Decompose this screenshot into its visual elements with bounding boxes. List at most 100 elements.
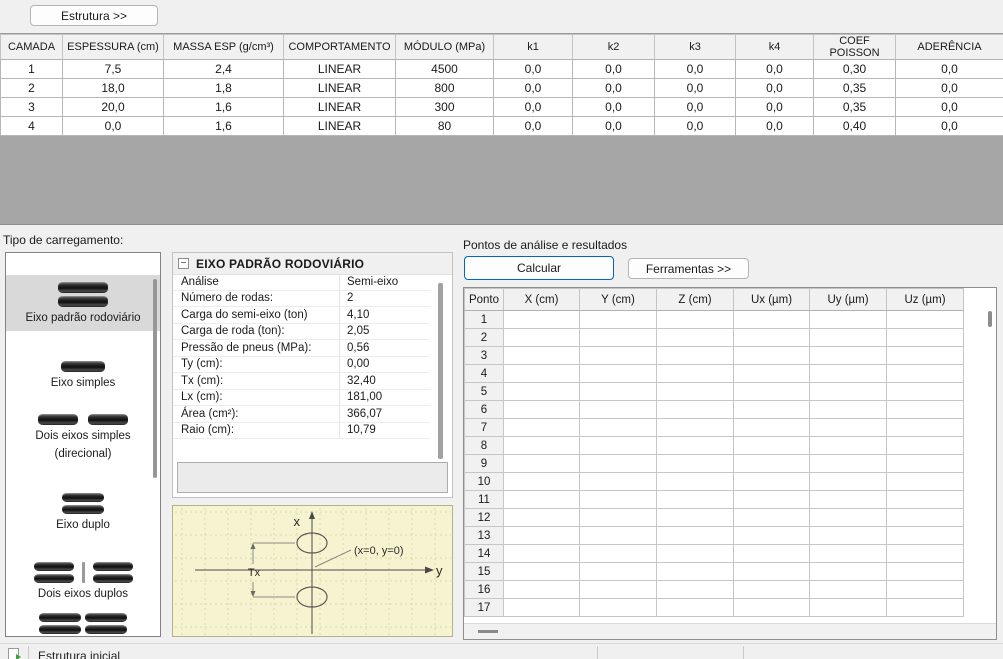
espessura-cell[interactable]: 7,5 [63,60,164,79]
uy-cell[interactable] [810,311,887,329]
comportamento-cell[interactable]: LINEAR [284,60,396,79]
z-cell[interactable] [657,437,734,455]
load-type-item[interactable]: Eixo padrão rodoviário [6,275,160,331]
layer-cell[interactable]: 2 [1,79,63,98]
point-number-cell[interactable]: 14 [465,545,504,563]
uz-cell[interactable] [887,491,964,509]
uz-cell[interactable] [887,365,964,383]
y-cell[interactable] [580,491,657,509]
uy-cell[interactable] [810,437,887,455]
layer-cell[interactable]: 3 [1,98,63,117]
results-hscroll-thumb[interactable] [478,630,498,633]
k1-cell[interactable]: 0,0 [494,60,573,79]
ux-cell[interactable] [734,437,810,455]
ux-cell[interactable] [734,581,810,599]
point-number-cell[interactable]: 1 [465,311,504,329]
ux-cell[interactable] [734,473,810,491]
ux-cell[interactable] [734,329,810,347]
x-cell[interactable] [504,437,580,455]
comportamento-cell[interactable]: LINEAR [284,79,396,98]
uz-cell[interactable] [887,473,964,491]
load-type-item[interactable]: Dois eixos duplos [6,556,160,607]
x-cell[interactable] [504,455,580,473]
point-number-cell[interactable]: 13 [465,527,504,545]
point-number-cell[interactable]: 12 [465,509,504,527]
k1-cell[interactable]: 0,0 [494,98,573,117]
uy-cell[interactable] [810,599,887,617]
z-cell[interactable] [657,581,734,599]
x-cell[interactable] [504,419,580,437]
aderencia-cell[interactable]: 0,0 [896,79,1003,98]
uy-cell[interactable] [810,455,887,473]
uz-cell[interactable] [887,383,964,401]
point-number-cell[interactable]: 17 [465,599,504,617]
uy-cell[interactable] [810,491,887,509]
y-cell[interactable] [580,455,657,473]
comportamento-cell[interactable]: LINEAR [284,98,396,117]
massa-esp-cell[interactable]: 2,4 [164,60,284,79]
x-cell[interactable] [504,527,580,545]
modulo-cell[interactable]: 80 [396,117,494,136]
espessura-cell[interactable]: 18,0 [63,79,164,98]
x-cell[interactable] [504,509,580,527]
ux-cell[interactable] [734,545,810,563]
y-cell[interactable] [580,365,657,383]
coef-poisson-cell[interactable]: 0,30 [814,60,896,79]
point-number-cell[interactable]: 4 [465,365,504,383]
x-cell[interactable] [504,401,580,419]
uy-cell[interactable] [810,383,887,401]
uz-cell[interactable] [887,599,964,617]
property-value[interactable]: 366,07 [340,406,430,422]
calcular-button[interactable]: Calcular [464,256,614,280]
z-cell[interactable] [657,473,734,491]
uz-cell[interactable] [887,545,964,563]
uy-cell[interactable] [810,545,887,563]
property-value[interactable]: 32,40 [340,373,430,389]
aderencia-cell[interactable]: 0,0 [896,98,1003,117]
uz-cell[interactable] [887,401,964,419]
z-cell[interactable] [657,455,734,473]
uz-cell[interactable] [887,311,964,329]
layer-cell[interactable]: 4 [1,117,63,136]
k2-cell[interactable]: 0,0 [573,60,655,79]
point-number-cell[interactable]: 15 [465,563,504,581]
property-value[interactable]: 2,05 [340,324,430,340]
x-cell[interactable] [504,383,580,401]
estrutura-button[interactable]: Estrutura >> [30,5,158,26]
ux-cell[interactable] [734,491,810,509]
point-number-cell[interactable]: 10 [465,473,504,491]
ux-cell[interactable] [734,383,810,401]
uy-cell[interactable] [810,419,887,437]
aderencia-cell[interactable]: 0,0 [896,60,1003,79]
uz-cell[interactable] [887,419,964,437]
point-number-cell[interactable]: 8 [465,437,504,455]
ux-cell[interactable] [734,509,810,527]
load-type-item[interactable]: Dois eixos simples (direcional) [6,408,160,467]
property-value[interactable]: Semi-eixo [340,274,430,290]
coef-poisson-cell[interactable]: 0,35 [814,79,896,98]
results-horizontal-scrollbar[interactable] [464,623,996,639]
k2-cell[interactable]: 0,0 [573,117,655,136]
z-cell[interactable] [657,527,734,545]
y-cell[interactable] [580,545,657,563]
uz-cell[interactable] [887,581,964,599]
ux-cell[interactable] [734,599,810,617]
uz-cell[interactable] [887,455,964,473]
x-cell[interactable] [504,599,580,617]
point-number-cell[interactable]: 2 [465,329,504,347]
ux-cell[interactable] [734,419,810,437]
uz-cell[interactable] [887,329,964,347]
point-number-cell[interactable]: 16 [465,581,504,599]
results-vertical-scrollbar[interactable] [988,311,992,327]
y-cell[interactable] [580,437,657,455]
comportamento-cell[interactable]: LINEAR [284,117,396,136]
collapse-icon[interactable]: − [178,258,189,269]
y-cell[interactable] [580,347,657,365]
z-cell[interactable] [657,329,734,347]
ux-cell[interactable] [734,563,810,581]
point-number-cell[interactable]: 9 [465,455,504,473]
x-cell[interactable] [504,473,580,491]
massa-esp-cell[interactable]: 1,6 [164,98,284,117]
property-value[interactable]: 0,56 [340,340,430,356]
point-number-cell[interactable]: 3 [465,347,504,365]
